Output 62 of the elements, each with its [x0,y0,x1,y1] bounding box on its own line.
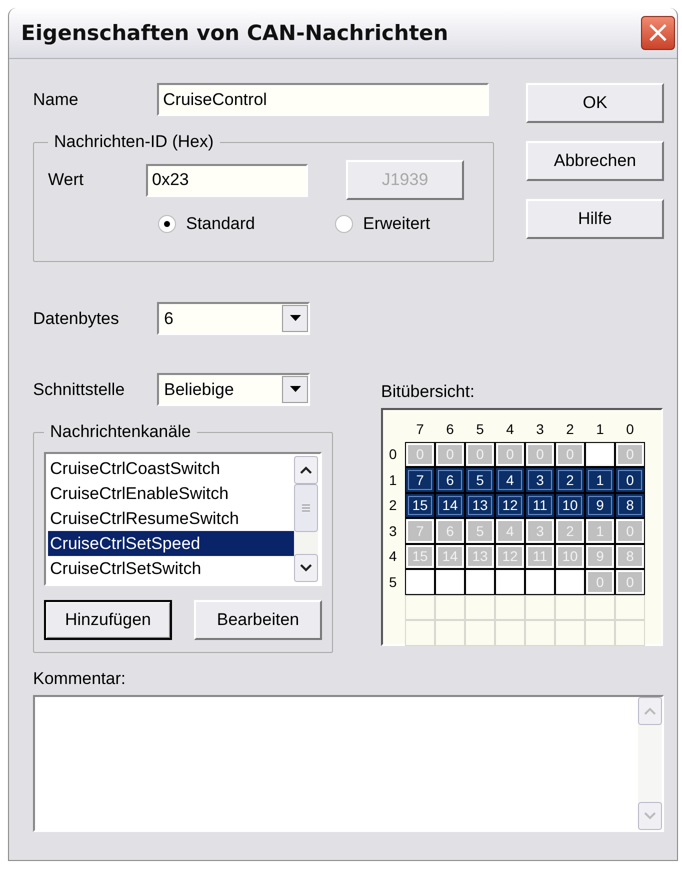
scroll-down-icon [638,802,662,830]
scroll-down-icon[interactable] [294,554,318,582]
name-field[interactable]: CruiseControl [157,83,489,116]
bit-overview-label: Bitübersicht: [381,382,476,402]
bit-cell: 0 [615,467,645,492]
channel-list-item[interactable]: CruiseCtrlCoastSwitch [48,456,294,481]
column-header: 7 [415,420,425,439]
name-label: Name [33,90,80,110]
data-bytes-label: Datenbytes [33,308,120,328]
dialog-button[interactable]: Hilfe [526,199,664,239]
list-button[interactable]: Bearbeiten [194,600,322,640]
comment-label: Kommentar: [33,669,127,689]
channel-list-item[interactable]: CruiseCtrlSetSpeed [48,531,294,556]
channel-list-item[interactable]: CruiseCtrlResumeSwitch [48,506,294,531]
bit-cell: 11 [525,492,555,518]
bit-cell: 2 [555,467,585,492]
row-header: 2 [389,496,398,516]
column-header: 0 [625,420,635,439]
window-title: Eigenschaften von CAN-Nachrichten [21,21,448,45]
radio-button[interactable]: Erweitert [335,214,430,234]
data-bytes-dropdown[interactable]: 6 [157,302,310,335]
bit-cell: 7 [405,467,435,492]
column-header: 3 [535,420,545,439]
scrollbar[interactable] [294,456,318,582]
bit-cell: 14 [435,492,465,518]
bit-cell: 8 [615,492,645,518]
channel-list-item[interactable]: CruiseCtrlEnableSwitch [48,481,294,506]
channel-list-item[interactable]: CruiseCtrlSetSwitch [48,556,294,581]
interface-dropdown[interactable]: Beliebige [157,373,310,406]
column-header: 4 [505,420,515,439]
column-header: 6 [445,420,455,439]
radio-button[interactable]: Standard [158,214,255,234]
comment-field[interactable] [33,695,664,832]
row-header: 3 [389,522,398,541]
interface-label: Schnittstelle [33,380,126,400]
row-header: 1 [389,470,398,490]
row-header: 5 [389,572,398,592]
group-title: Nachrichtenkanäle [49,422,192,442]
dialog-button[interactable]: OK [526,83,664,123]
value-field[interactable]: 0x23 [146,164,308,196]
bit-cell: 13 [465,492,495,518]
bit-cell: 12 [495,492,525,518]
scroll-up-icon[interactable] [294,456,318,484]
list-button[interactable]: Hinzufügen [44,600,172,640]
dialog-button[interactable]: Abbrechen [526,141,664,181]
bit-cell: 9 [585,492,615,518]
bit-cell: 3 [525,467,555,492]
bit-cell: 6 [435,467,465,492]
group-title: Nachrichten-ID (Hex) [53,132,215,152]
column-header: 5 [475,420,485,439]
bit-cell: 1 [585,467,615,492]
column-header: 1 [595,420,605,439]
row-header: 4 [389,547,398,566]
scroll-thumb-icon[interactable] [294,484,318,532]
value-label: Wert [48,170,85,190]
scroll-up-icon [638,697,662,725]
column-header: 2 [565,420,575,439]
bit-cell: 4 [495,467,525,492]
bit-cell: 10 [555,492,585,518]
bit-cell: 5 [465,467,495,492]
row-header: 0 [389,445,398,464]
bit-cell: 15 [405,492,435,518]
